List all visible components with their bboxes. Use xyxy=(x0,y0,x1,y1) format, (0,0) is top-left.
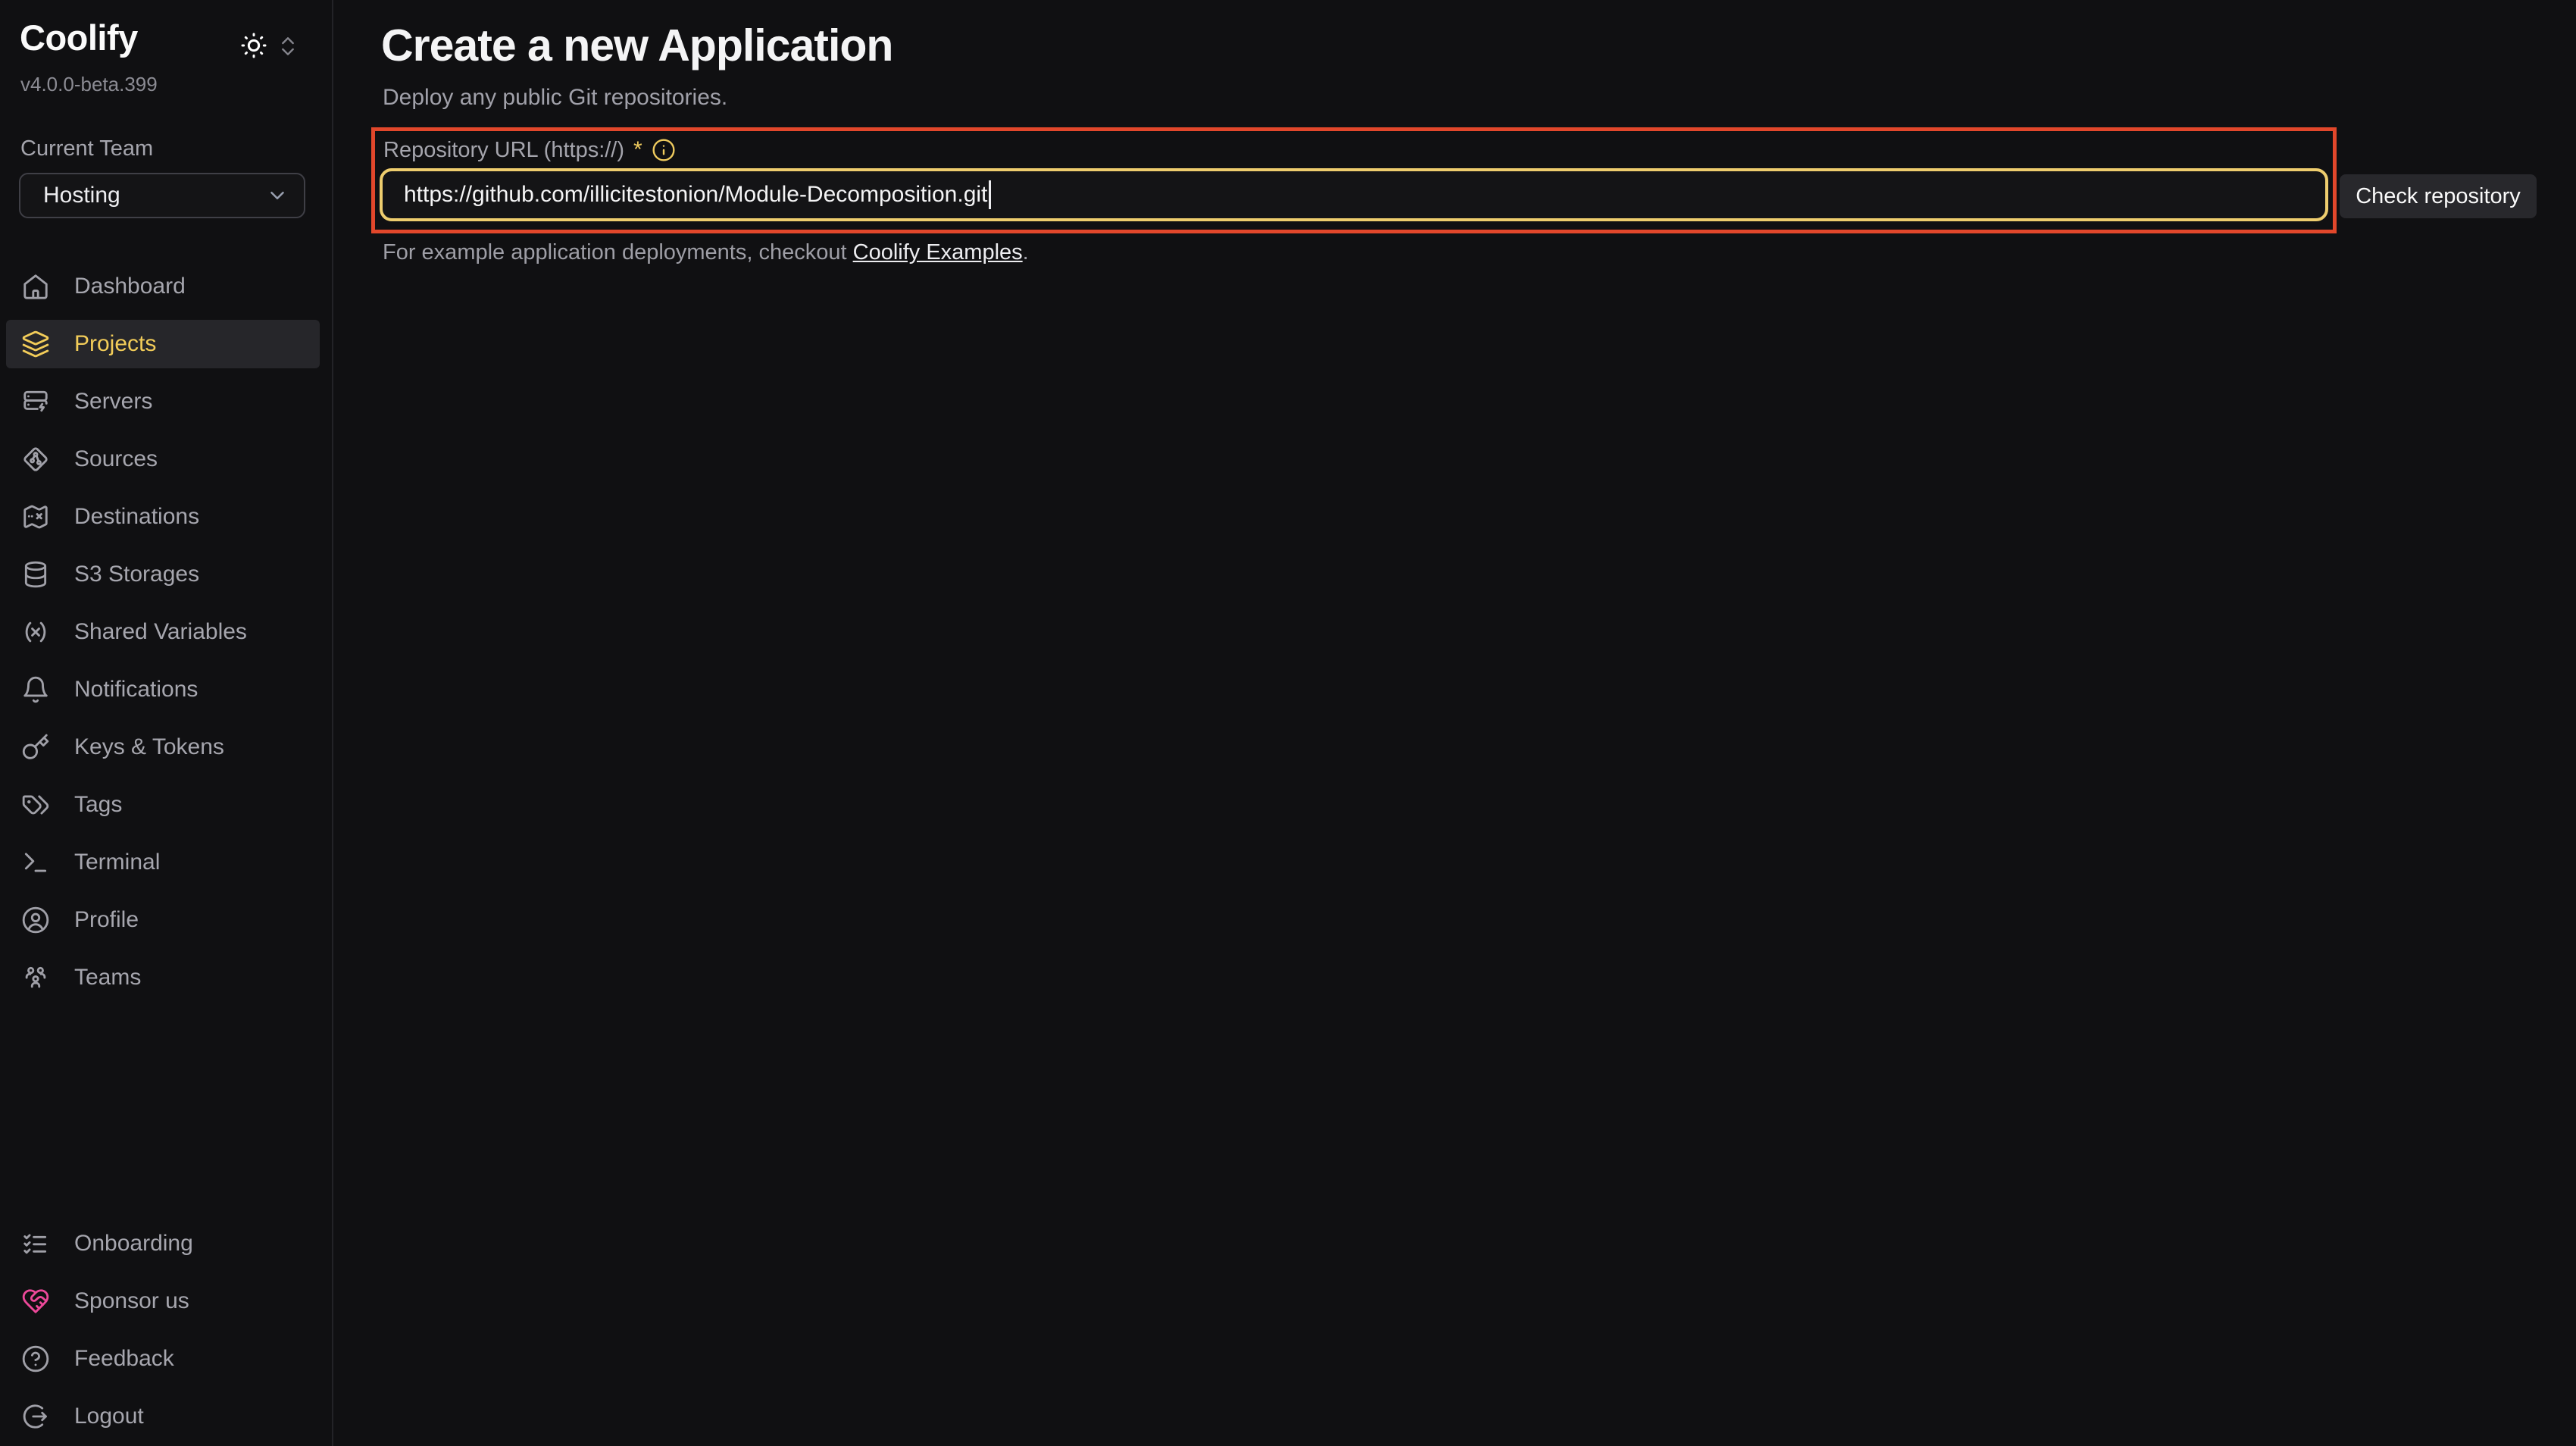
repository-url-input[interactable]: https://github.com/illicitestonion/Modul… xyxy=(380,168,2328,221)
git-icon xyxy=(21,445,50,474)
bell-icon xyxy=(21,675,50,704)
map-icon xyxy=(21,502,50,531)
terminal-icon xyxy=(21,848,50,877)
helper-prefix: For example application deployments, che… xyxy=(383,240,853,264)
sidebar-item-destinations[interactable]: Destinations xyxy=(6,493,320,541)
sidebar-item-label: Keys & Tokens xyxy=(74,734,224,760)
page-subtitle: Deploy any public Git repositories. xyxy=(383,85,727,111)
app-logo: Coolify xyxy=(20,17,138,58)
sidebar-item-label: Dashboard xyxy=(74,274,186,299)
sidebar-item-s3-storages[interactable]: S3 Storages xyxy=(6,550,320,599)
user-circle-icon xyxy=(21,906,50,934)
sun-icon[interactable] xyxy=(239,30,269,61)
sidebar-item-label: Terminal xyxy=(74,850,160,875)
sidebar: Coolify v4.0.0-beta.399 Current Team Hos… xyxy=(0,0,333,1446)
layers-icon xyxy=(21,330,50,358)
team-select[interactable]: Hosting xyxy=(19,173,305,218)
key-icon xyxy=(21,733,50,762)
required-asterisk: * xyxy=(633,137,642,163)
sidebar-item-onboarding[interactable]: Onboarding xyxy=(6,1219,320,1268)
variable-icon xyxy=(21,618,50,646)
sidebar-item-sources[interactable]: Sources xyxy=(6,435,320,484)
sidebar-item-label: Notifications xyxy=(74,677,198,703)
sidebar-item-label: Sponsor us xyxy=(74,1288,189,1314)
database-icon xyxy=(21,560,50,589)
check-repository-button[interactable]: Check repository xyxy=(2340,174,2537,218)
tags-icon xyxy=(21,790,50,819)
sidebar-item-dashboard[interactable]: Dashboard xyxy=(6,262,320,311)
text-cursor xyxy=(989,180,991,209)
sidebar-item-label: Sources xyxy=(74,446,158,472)
sidebar-bottom-nav: Onboarding Sponsor us Feedback Logout xyxy=(6,1219,320,1441)
sidebar-nav: Dashboard Projects Servers Sources Desti xyxy=(6,262,320,1002)
help-circle-icon xyxy=(21,1344,50,1373)
sidebar-item-label: Servers xyxy=(74,389,152,415)
logout-icon xyxy=(21,1402,50,1431)
sidebar-item-label: Projects xyxy=(74,331,156,357)
sidebar-item-label: Teams xyxy=(74,965,141,991)
sidebar-item-label: Logout xyxy=(74,1404,144,1429)
sidebar-item-teams[interactable]: Teams xyxy=(6,953,320,1002)
sidebar-item-label: S3 Storages xyxy=(74,562,199,587)
sidebar-item-sponsor-us[interactable]: Sponsor us xyxy=(6,1277,320,1326)
list-checks-icon xyxy=(21,1229,50,1258)
repository-url-label-row: Repository URL (https://) * xyxy=(383,137,676,163)
sidebar-item-projects[interactable]: Projects xyxy=(6,320,320,368)
info-icon[interactable] xyxy=(652,138,676,162)
sidebar-item-feedback[interactable]: Feedback xyxy=(6,1335,320,1383)
helper-suffix: . xyxy=(1023,240,1029,264)
page-title: Create a new Application xyxy=(381,20,893,71)
current-team-label: Current Team xyxy=(20,136,153,161)
sidebar-item-label: Tags xyxy=(74,792,122,818)
app-version: v4.0.0-beta.399 xyxy=(20,73,158,96)
users-icon xyxy=(21,963,50,992)
repository-url-label: Repository URL (https://) xyxy=(383,138,624,163)
coolify-examples-link[interactable]: Coolify Examples xyxy=(853,240,1023,264)
sidebar-item-servers[interactable]: Servers xyxy=(6,377,320,426)
sidebar-item-label: Destinations xyxy=(74,504,199,530)
sidebar-item-logout[interactable]: Logout xyxy=(6,1392,320,1441)
team-select-value: Hosting xyxy=(43,183,120,208)
sidebar-item-tags[interactable]: Tags xyxy=(6,781,320,829)
chevrons-up-down-icon[interactable] xyxy=(276,34,300,58)
sidebar-item-terminal[interactable]: Terminal xyxy=(6,838,320,887)
sidebar-item-label: Profile xyxy=(74,907,139,933)
sidebar-item-profile[interactable]: Profile xyxy=(6,896,320,944)
sidebar-item-label: Onboarding xyxy=(74,1231,193,1257)
helper-text: For example application deployments, che… xyxy=(383,240,1029,265)
sidebar-item-label: Feedback xyxy=(74,1346,174,1372)
sidebar-item-keys-tokens[interactable]: Keys & Tokens xyxy=(6,723,320,772)
chevron-down-icon xyxy=(266,184,289,207)
heart-handshake-icon xyxy=(21,1287,50,1316)
sidebar-item-label: Shared Variables xyxy=(74,619,247,645)
home-icon xyxy=(21,272,50,301)
repository-url-value: https://github.com/illicitestonion/Modul… xyxy=(404,182,987,208)
sidebar-item-notifications[interactable]: Notifications xyxy=(6,665,320,714)
server-icon xyxy=(21,387,50,416)
sidebar-item-shared-variables[interactable]: Shared Variables xyxy=(6,608,320,656)
